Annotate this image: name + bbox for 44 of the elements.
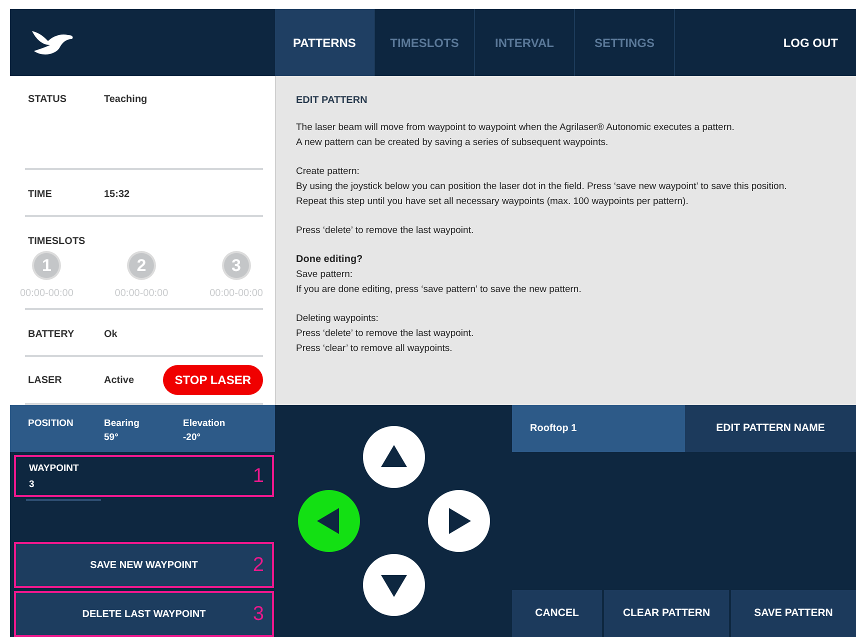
annotation-number: 3 xyxy=(252,604,264,624)
status-label: LASER xyxy=(28,374,63,388)
stop-laser-button[interactable]: STOP LASER xyxy=(162,365,263,395)
logout-link[interactable]: LOG OUT xyxy=(777,9,856,76)
paragraph-line: Deleting waypoints: xyxy=(296,312,380,326)
reading-label: Elevation xyxy=(183,417,226,431)
status-label: STATUS xyxy=(28,93,68,107)
pattern-button[interactable]: CLEAR PATTERN xyxy=(604,590,729,637)
edit-pattern-name-button[interactable]: EDIT PATTERN NAME xyxy=(685,405,856,452)
paragraph-line: Press ‘delete’ to remove the last waypoint. xyxy=(296,327,475,341)
status-value: 15:32 xyxy=(104,188,130,202)
status-value: Teaching xyxy=(104,93,148,107)
paragraph-line: The laser beam will move from waypoint to waypoint when the Agrilaser® Autonomic executes a pattern. xyxy=(296,121,736,135)
paragraph-line: Save pattern: xyxy=(296,268,354,282)
paragraph-line: Repeat this step until you have set all necessary waypoints (max. 100 waypoints per pattern). xyxy=(296,195,690,209)
status-label: BATTERY xyxy=(28,328,76,342)
status-label: TIME xyxy=(28,188,53,202)
waypoint-value: 3 xyxy=(29,478,36,492)
paragraph-heading: Done editing? xyxy=(296,253,364,267)
nav-tab[interactable]: PATTERNS xyxy=(275,9,375,76)
pattern-name: Rooftop 1 xyxy=(512,405,685,452)
paragraph-line: Create pattern: xyxy=(296,165,360,179)
timeslot-number-icon: 1 xyxy=(34,253,60,278)
timeslot-number-icon: 2 xyxy=(128,253,154,278)
reading-label: Bearing xyxy=(104,417,140,431)
annotation-number: 1 xyxy=(252,466,264,486)
paragraph-line: A new pattern can be created by saving a series of subsequent waypoints. xyxy=(296,136,610,150)
annotation-number: 2 xyxy=(252,555,264,575)
paragraph-line: Press ‘clear’ to remove all waypoints. xyxy=(296,342,454,356)
timeslot-number-icon: 3 xyxy=(224,253,249,278)
bird-logo-icon xyxy=(30,28,74,56)
pattern-button[interactable]: CANCEL xyxy=(512,590,602,637)
section-title: EDIT PATTERN xyxy=(296,94,368,108)
paragraph-line: By using the joystick below you can position the laser dot in the field. Press ‘save new waypoint’ to save this position. xyxy=(296,180,788,194)
position-label: POSITION xyxy=(28,417,74,431)
status-value: Active xyxy=(104,374,134,388)
reading-value: 59° xyxy=(104,431,120,446)
reading-value: -20° xyxy=(183,431,202,446)
waypoint-label: WAYPOINT xyxy=(29,462,79,476)
paragraph-line: If you are done editing, press ‘save pattern’ to save the new pattern. xyxy=(296,283,582,297)
pattern-button[interactable]: SAVE PATTERN xyxy=(731,590,856,637)
status-label: TIMESLOTS xyxy=(27,235,86,249)
paragraph-line: Press ‘delete’ to remove the last waypoint. xyxy=(296,224,475,238)
status-value: Ok xyxy=(104,328,118,342)
